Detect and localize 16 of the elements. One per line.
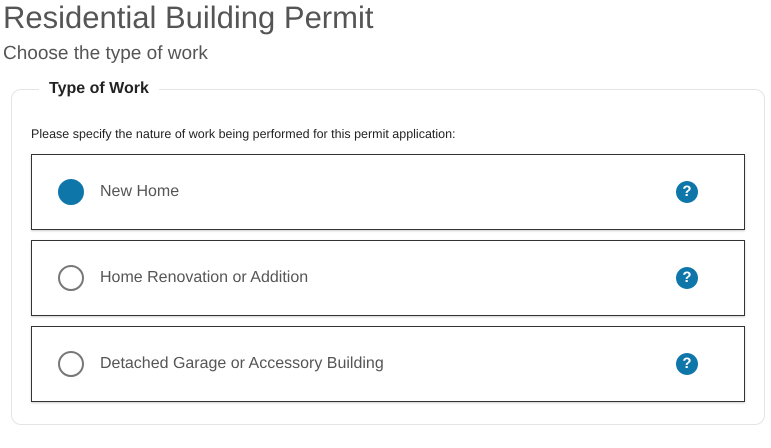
instruction-text: Please specify the nature of work being performed for this permit application: <box>31 126 457 143</box>
option-label: Home Renovation or Addition <box>100 268 308 288</box>
radio-button[interactable] <box>58 178 84 205</box>
page-subtitle: Choose the type of work <box>3 42 209 66</box>
page-title: Residential Building Permit <box>3 0 374 36</box>
option-card[interactable]: Detached Garage or Accessory Building ? <box>31 326 745 402</box>
help-icon[interactable]: ? <box>676 180 698 203</box>
option-label: Detached Garage or Accessory Building <box>100 354 384 374</box>
radio-button[interactable] <box>58 264 84 291</box>
help-icon[interactable]: ? <box>676 352 698 375</box>
fieldset-legend: Type of Work <box>39 79 159 99</box>
option-card[interactable]: Home Renovation or Addition ? <box>31 240 745 316</box>
help-icon[interactable]: ? <box>676 266 698 289</box>
option-label: New Home <box>100 182 180 202</box>
option-card[interactable]: New Home ? <box>31 154 745 230</box>
radio-button[interactable] <box>58 350 84 377</box>
